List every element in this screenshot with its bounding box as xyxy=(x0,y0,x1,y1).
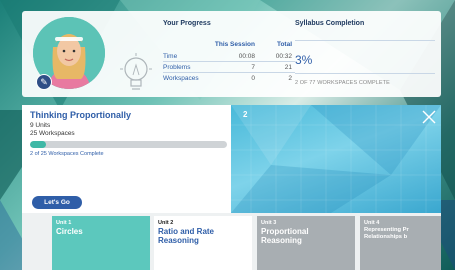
row-session: 7 xyxy=(251,64,255,71)
progress-panel: ✎ Your Progress This Session Total Time … xyxy=(22,11,441,97)
edit-avatar-button[interactable]: ✎ xyxy=(36,74,52,90)
unit-number: Unit 1 xyxy=(56,220,72,226)
close-icon xyxy=(422,110,436,124)
row-label: Time xyxy=(163,53,178,60)
lightbulb-icon xyxy=(114,51,158,95)
divider xyxy=(295,73,435,74)
row-session: 0 xyxy=(251,75,255,82)
unit-name: Proportional Reasoning xyxy=(261,227,309,246)
your-progress-title: Your Progress xyxy=(163,20,211,27)
unit-tiles-row: Unit 1 Circles Unit 2 Ratio and Rate Rea… xyxy=(22,213,441,270)
unit-progress-fill xyxy=(30,141,46,148)
row-total: 2 xyxy=(288,75,292,82)
unit-tile-4[interactable]: Unit 4 Representing Pr Relationships b xyxy=(360,216,441,270)
unit-number: Unit 2 xyxy=(158,220,174,226)
unit-number: Unit 4 xyxy=(364,220,380,226)
unit-title: Thinking Proportionally xyxy=(30,110,131,120)
unit-count: 9 Units xyxy=(30,122,51,129)
unit-preview: 2 xyxy=(231,105,441,213)
workspace-count: 25 Workspaces xyxy=(30,130,75,137)
table-row: Problems 7 21 xyxy=(163,62,295,73)
progress-table: This Session Total Time 00:08 00:32 Prob… xyxy=(163,41,295,84)
unit-tile-1[interactable]: Unit 1 Circles xyxy=(52,216,150,270)
divider xyxy=(295,40,435,41)
table-row: Time 00:08 00:32 xyxy=(163,51,295,62)
table-row: Workspaces 0 2 xyxy=(163,73,295,84)
unit-name: Representing Pr Relationships b xyxy=(364,227,409,240)
your-progress-section: Your Progress This Session Total Time 00… xyxy=(163,20,295,82)
row-session: 00:08 xyxy=(238,53,255,60)
unit-card: Thinking Proportionally 9 Units 25 Works… xyxy=(22,105,231,213)
workspaces-complete-text: 2 of 25 Workspaces Complete xyxy=(30,151,104,157)
syllabus-percent: 3% xyxy=(295,53,313,67)
unit-number: Unit 3 xyxy=(261,220,277,226)
unit-tile-3[interactable]: Unit 3 Proportional Reasoning xyxy=(257,216,355,270)
unit-tile-2[interactable]: Unit 2 Ratio and Rate Reasoning xyxy=(154,216,252,270)
syllabus-completion-section: Syllabus Completion 3% 2 OF 77 WORKSPACE… xyxy=(295,20,435,86)
syllabus-complete-text: 2 OF 77 WORKSPACES COMPLETE xyxy=(295,80,390,86)
close-button[interactable] xyxy=(422,110,436,124)
preview-number: 2 xyxy=(243,110,248,119)
pencil-icon: ✎ xyxy=(40,76,48,87)
progress-table-header: This Session Total xyxy=(163,41,295,51)
row-label: Workspaces xyxy=(163,75,199,82)
lets-go-button[interactable]: Let's Go xyxy=(32,196,82,209)
col-this-session: This Session xyxy=(214,41,255,48)
row-total: 21 xyxy=(284,64,292,71)
col-total: Total xyxy=(276,41,292,48)
row-total: 00:32 xyxy=(275,53,292,60)
unit-name: Ratio and Rate Reasoning xyxy=(158,227,215,246)
syllabus-title: Syllabus Completion xyxy=(295,20,365,27)
unit-progress-bar xyxy=(30,141,227,148)
row-label: Problems xyxy=(163,64,191,71)
unit-name: Circles xyxy=(56,227,83,236)
